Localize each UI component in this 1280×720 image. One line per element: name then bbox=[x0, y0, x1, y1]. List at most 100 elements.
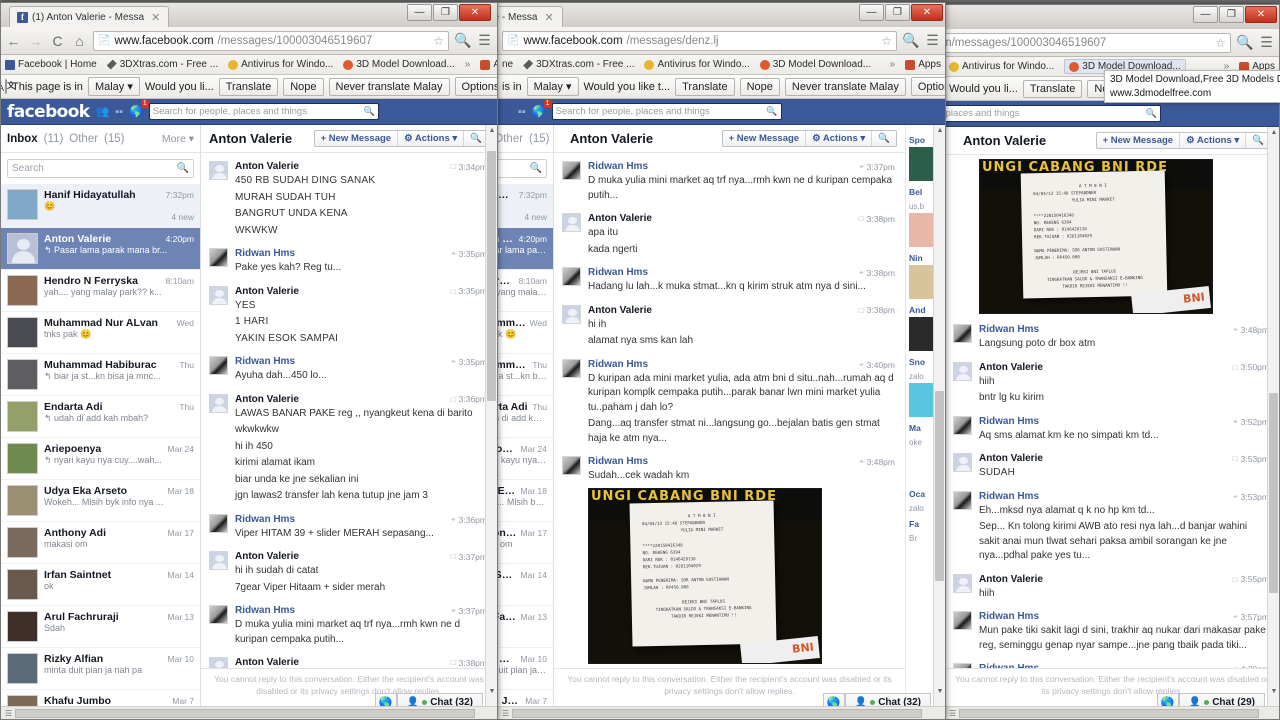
message-avatar[interactable] bbox=[209, 551, 228, 570]
message-sender[interactable]: Ridwan Hms bbox=[235, 248, 295, 259]
message-sender[interactable]: Ridwan Hms bbox=[235, 605, 295, 616]
message-avatar[interactable] bbox=[953, 490, 972, 510]
search-icon[interactable]: 🔍 bbox=[177, 163, 189, 174]
bookmark-3dxtras-1[interactable]: 3DXtras.com - Free ... bbox=[106, 59, 218, 70]
address-bar-3[interactable]: m/messages/100003046519607 ☆ bbox=[945, 32, 1231, 53]
list-search-1[interactable]: Search 🔍 bbox=[7, 159, 194, 178]
conversation-item[interactable]: Endarta AdiThu↰ udah di add kah mbah? bbox=[1, 396, 200, 438]
message-avatar[interactable] bbox=[953, 611, 972, 630]
close-button-1[interactable]: ✕ bbox=[459, 4, 491, 21]
conversation-item[interactable]: AriepoenyaMar 24↰ nyari kayu nya cuy....… bbox=[498, 438, 553, 480]
conversation-item[interactable]: Endarta AdiThu↰ udah di add kah mbah? bbox=[498, 396, 553, 438]
scroll-down-arrow-2[interactable]: ▼ bbox=[934, 686, 945, 698]
conversation-item[interactable]: Muhammad Nur ALvanWedtnks pak 😊 bbox=[1, 312, 200, 354]
conversation-item[interactable]: Udya Eka ArsetoMar 18Wokeh... Mlsih byk … bbox=[498, 480, 553, 522]
maximize-button-2[interactable]: ❐ bbox=[885, 4, 910, 21]
conversation-list-1[interactable]: Hanif Hidayatullah 7:32pm 😊 4 new Anton Vale… bbox=[1, 184, 200, 711]
message-avatar[interactable] bbox=[953, 361, 972, 381]
bookmark-antivirus-3[interactable]: Antivirus for Windo... bbox=[949, 61, 1054, 72]
never-translate-button-1[interactable]: Never translate Malay bbox=[328, 77, 450, 96]
facebook-search-3[interactable]: e, places and things🔍 bbox=[945, 105, 1161, 122]
maximize-button-3[interactable]: ❐ bbox=[1219, 6, 1244, 23]
tab-close-icon-1[interactable]: ✕ bbox=[151, 11, 160, 24]
translate-bar-1[interactable]: 文A This page is in Malay ▾ Would you li.… bbox=[1, 75, 497, 99]
minimize-button-3[interactable]: — bbox=[1193, 6, 1218, 23]
window-controls-3[interactable]: — ❐ ✕ bbox=[1193, 6, 1277, 23]
bookmarks-bar-1[interactable]: Facebook | Home 3DXtras.com - Free ... A… bbox=[1, 55, 497, 75]
conversation-item[interactable]: Anton Valerie 4:20pm↰ Pasar lama parak ma… bbox=[1, 228, 200, 270]
bookmark-facebook-1[interactable]: Facebook | Home bbox=[5, 59, 97, 70]
language-select-2[interactable]: Malay ▾ bbox=[526, 77, 579, 96]
messages-icon-1[interactable]: ▪▪ bbox=[115, 106, 123, 118]
options-button-1[interactable]: Options ▾ bbox=[454, 77, 497, 96]
close-button-2[interactable]: ✕ bbox=[911, 4, 943, 21]
page-scrollbar-3[interactable]: ▲ ▼ bbox=[1267, 127, 1279, 711]
message-avatar[interactable] bbox=[209, 248, 228, 267]
browser-tab-2[interactable]: rie - Messa ✕ bbox=[498, 6, 563, 27]
search-icon[interactable]: 🔍 bbox=[1146, 108, 1157, 119]
message-avatar[interactable] bbox=[209, 513, 228, 533]
scroll-thumb-2[interactable] bbox=[935, 391, 944, 581]
search-icon[interactable]: 🔍 bbox=[530, 163, 542, 174]
page-scrollbar-2[interactable]: ▲ ▼ bbox=[933, 125, 945, 711]
thread-actions-3[interactable]: + New Message ⚙ Actions ▾ 🔍 bbox=[1095, 132, 1271, 149]
message-area-3[interactable]: UNGI CABANG BNI RDE A T M B N I 04/04/13 1… bbox=[945, 155, 1279, 669]
page-scrollbar-1[interactable]: ▲ ▼ bbox=[485, 125, 497, 711]
bookmark-antivirus-1[interactable]: Antivirus for Windo... bbox=[228, 59, 333, 70]
scroll-up-arrow-2[interactable]: ▲ bbox=[934, 125, 945, 137]
bookmark-star-icon-2[interactable]: ☆ bbox=[881, 34, 892, 48]
horizontal-scrollbar-3[interactable]: ☰ bbox=[945, 706, 1279, 719]
message-avatar[interactable] bbox=[562, 358, 581, 378]
conversation-item[interactable]: Muhammad Nur ALvanWedtnks pak 😊 bbox=[498, 312, 553, 354]
navigation-bar-3[interactable]: m/messages/100003046519607 ☆ 🔍 ☰ bbox=[945, 29, 1279, 57]
message-avatar[interactable] bbox=[209, 605, 228, 624]
bookmark-home-partial-2[interactable]: ne bbox=[502, 59, 513, 70]
browser-window-3[interactable]: — ❐ ✕ m/messages/100003046519607 ☆ 🔍 ☰ A… bbox=[944, 4, 1280, 720]
message-sender[interactable]: Ridwan Hms bbox=[979, 663, 1039, 668]
message-avatar[interactable] bbox=[209, 657, 228, 669]
more-dropdown-1[interactable]: More ▾ bbox=[162, 133, 194, 145]
message-avatar[interactable] bbox=[562, 304, 581, 324]
inbox-tab-1[interactable]: Inbox bbox=[7, 133, 38, 145]
language-select-1[interactable]: Malay ▾ bbox=[87, 77, 140, 96]
forward-arrow-icon-1[interactable]: → bbox=[27, 33, 44, 49]
message-sender[interactable]: Ridwan Hms bbox=[588, 359, 648, 370]
atm-receipt-photo[interactable]: UNGI CABANG BNI RDE A T M B N I 04/04/13 1… bbox=[979, 159, 1213, 314]
translate-button-2[interactable]: Translate bbox=[675, 77, 735, 96]
message-avatar[interactable] bbox=[562, 456, 581, 475]
message-sender[interactable]: Anton Valerie bbox=[235, 286, 299, 297]
conversation-list-2[interactable]: Hanif Hidayatullah7:32pm😊4 new Anton Vale… bbox=[498, 184, 553, 711]
conversation-item[interactable]: Anthony AdiMar 17makasi om bbox=[498, 522, 553, 564]
window-controls-1[interactable]: — ❐ ✕ bbox=[407, 4, 491, 21]
message-avatar[interactable] bbox=[953, 415, 972, 435]
scroll-thumb-3[interactable] bbox=[1269, 393, 1278, 593]
apps-button-2[interactable]: Apps bbox=[905, 59, 941, 70]
messages-icon-2[interactable]: ▪▪ bbox=[518, 106, 526, 118]
message-avatar[interactable] bbox=[953, 573, 972, 593]
conversation-item[interactable]: Arul FachrurajiMar 13Sdah bbox=[498, 606, 553, 648]
bookmark-antivirus-2[interactable]: Antivirus for Windo... bbox=[644, 59, 750, 70]
bookmark-3dxtras-2[interactable]: 3DXtras.com - Free ... bbox=[523, 59, 634, 70]
message-sender[interactable]: Anton Valerie bbox=[979, 453, 1043, 464]
scroll-down-arrow-3[interactable]: ▼ bbox=[1268, 686, 1279, 698]
search-icon-2[interactable]: 🔍 bbox=[902, 32, 919, 49]
address-bar-2[interactable]: 📄 www.facebook.com /messages/denz.lj ☆ bbox=[502, 30, 897, 51]
minimize-button-1[interactable]: — bbox=[407, 4, 432, 21]
menu-icon-1[interactable]: ☰ bbox=[476, 32, 493, 49]
bookmarks-overflow-1[interactable]: » bbox=[465, 59, 471, 70]
titlebar-1[interactable]: f (1) Anton Valerie - Messa ✕ — ❐ ✕ bbox=[1, 3, 497, 27]
window-controls-2[interactable]: — ❐ ✕ bbox=[859, 4, 943, 21]
facebook-bar-2[interactable]: ▪▪ 🌎 1 Search for people, places and thi… bbox=[498, 99, 945, 125]
conversation-item[interactable]: Hendro N Ferryska8:10amyah.... yang mala… bbox=[498, 270, 553, 312]
conversation-item[interactable]: Hanif Hidayatullah 7:32pm 😊 4 new bbox=[1, 184, 200, 228]
home-icon-1[interactable]: ⌂ bbox=[71, 33, 88, 49]
search-icon[interactable]: 🔍 bbox=[364, 106, 375, 117]
search-icon-3[interactable]: 🔍 bbox=[1236, 34, 1253, 51]
close-button-3[interactable]: ✕ bbox=[1245, 6, 1277, 23]
menu-icon-2[interactable]: ☰ bbox=[924, 32, 941, 49]
nope-button-1[interactable]: Nope bbox=[283, 77, 324, 96]
browser-tab-1[interactable]: f (1) Anton Valerie - Messa ✕ bbox=[9, 6, 170, 27]
conversation-item[interactable]: AriepoenyaMar 24↰ nyari kayu nya cuy....… bbox=[1, 438, 200, 480]
message-avatar[interactable] bbox=[953, 324, 972, 343]
facebook-bar-3[interactable]: e, places and things🔍 bbox=[945, 101, 1279, 127]
